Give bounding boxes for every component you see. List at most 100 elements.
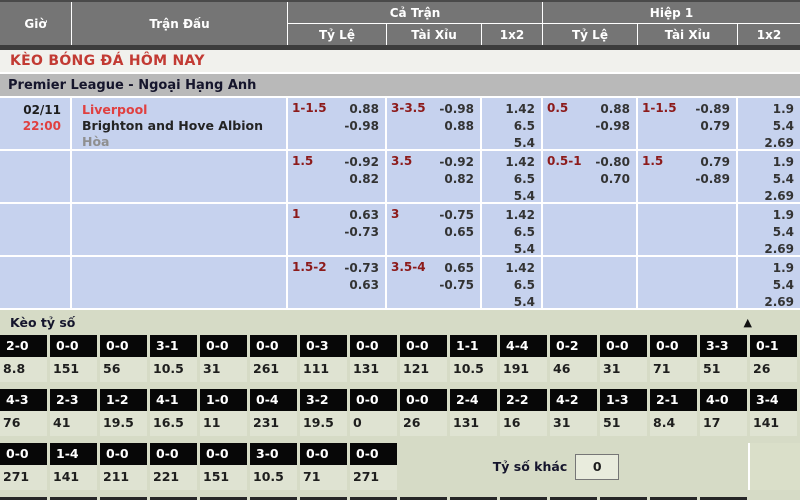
score-cell[interactable]: 0-0 131 [350, 335, 400, 382]
score-box[interactable]: 4-0 [700, 389, 747, 411]
score-box[interactable]: 3-2 [300, 389, 347, 411]
h1-overunder-cell[interactable] [638, 257, 738, 308]
odds-value[interactable]: 6.5 [486, 277, 535, 294]
score-box[interactable]: 4-2 [550, 389, 597, 411]
odds-value[interactable]: 5.4 [742, 224, 794, 241]
odds-value[interactable]: 5.4 [486, 294, 535, 308]
ft-handicap-cell[interactable]: 1.5 -0.92 0.82 [288, 151, 387, 202]
score-cell[interactable]: 4-0 17 [700, 389, 750, 436]
odds-value[interactable]: 2.69 [742, 188, 794, 202]
odds-value[interactable]: 0.88 [391, 118, 474, 135]
other-score-input[interactable]: 0 [575, 454, 619, 480]
score-cell[interactable]: 0-2 46 [550, 335, 600, 382]
score-box[interactable]: 2-4 [450, 389, 497, 411]
h1-overunder-cell[interactable] [638, 204, 738, 255]
score-box[interactable]: 4-1 [150, 389, 197, 411]
score-cell[interactable]: 0-4 231 [250, 389, 300, 436]
score-box[interactable]: 0-0 [350, 335, 397, 357]
odds-value[interactable]: 0.63 [292, 277, 379, 294]
odds-value[interactable]: -0.75 [391, 207, 474, 224]
score-box[interactable]: 0-2 [550, 335, 597, 357]
score-cell[interactable]: 2-0 8.8 [0, 335, 50, 382]
ft-handicap-cell[interactable]: 1-1.5 0.88 -0.98 [288, 98, 387, 149]
odds-value[interactable]: -0.89 [642, 171, 730, 188]
score-box[interactable]: 0-0 [50, 335, 97, 357]
score-box[interactable]: 1-2 [100, 389, 147, 411]
score-cell[interactable]: 0-1 26 [750, 335, 800, 382]
score-box[interactable]: 0-0 [0, 443, 47, 465]
odds-value[interactable]: 2.69 [742, 294, 794, 308]
score-box[interactable]: 0-1 [750, 335, 797, 357]
score-cell[interactable]: 0-0 271 [350, 443, 400, 490]
score-box[interactable]: 3-3 [700, 335, 747, 357]
score-box[interactable]: 0-3 [300, 335, 347, 357]
score-cell[interactable]: 0-3 111 [300, 335, 350, 382]
score-box[interactable]: 0-0 [650, 335, 697, 357]
score-cell[interactable]: 1-0 11 [200, 389, 250, 436]
h1-handicap-cell[interactable] [543, 257, 638, 308]
score-cell[interactable]: 3-3 51 [700, 335, 750, 382]
score-cell[interactable]: 0-0 56 [100, 335, 150, 382]
ft-handicap-cell[interactable]: 1 0.63 -0.73 [288, 204, 387, 255]
score-box[interactable]: 0-0 [250, 335, 297, 357]
score-cell[interactable]: 0-0 261 [250, 335, 300, 382]
ft-1x2-cell[interactable]: 1.42 6.5 5.4 [482, 151, 543, 202]
odds-value[interactable]: 0.65 [391, 224, 474, 241]
h1-1x2-cell[interactable]: 1.9 5.4 2.69 [738, 257, 800, 308]
score-box[interactable]: 4-4 [500, 335, 547, 357]
score-box[interactable]: 0-0 [400, 335, 447, 357]
odds-value[interactable]: 0.70 [547, 171, 630, 188]
score-box[interactable]: 2-0 [0, 335, 47, 357]
score-cell[interactable]: 1-1 10.5 [450, 335, 500, 382]
score-cell[interactable]: 0-0 271 [0, 443, 50, 490]
h1-handicap-cell[interactable]: 0.5-1 -0.80 0.70 [543, 151, 638, 202]
score-cell[interactable]: 0-0 121 [400, 335, 450, 382]
score-cell[interactable]: 0-0 31 [600, 335, 650, 382]
score-cell[interactable]: 2-1 8.4 [650, 389, 700, 436]
score-box[interactable]: 0-4 [250, 389, 297, 411]
score-cell[interactable]: 3-1 10.5 [150, 335, 200, 382]
score-cell[interactable]: 3-0 10.5 [250, 443, 300, 490]
score-cell[interactable]: 2-4 131 [450, 389, 500, 436]
h1-overunder-cell[interactable]: 1.5 0.79 -0.89 [638, 151, 738, 202]
h1-handicap-cell[interactable] [543, 204, 638, 255]
ft-overunder-cell[interactable]: 3.5-4 0.65 -0.75 [387, 257, 482, 308]
score-cell[interactable]: 1-2 19.5 [100, 389, 150, 436]
odds-value[interactable]: 1.9 [742, 260, 794, 277]
score-cell[interactable]: 3-4 141 [750, 389, 800, 436]
score-box[interactable]: 0-0 [150, 443, 197, 465]
ft-overunder-cell[interactable]: 3-3.5 -0.98 0.88 [387, 98, 482, 149]
ft-1x2-cell[interactable]: 1.42 6.5 5.4 [482, 98, 543, 149]
h1-1x2-cell[interactable]: 1.9 5.4 2.69 [738, 98, 800, 149]
odds-value[interactable]: 1.42 [486, 260, 535, 277]
h1-1x2-cell[interactable]: 1.9 5.4 2.69 [738, 204, 800, 255]
odds-value[interactable]: -0.75 [391, 277, 474, 294]
score-box[interactable]: 1-0 [200, 389, 247, 411]
score-box[interactable]: 2-3 [50, 389, 97, 411]
h1-1x2-cell[interactable]: 1.9 5.4 2.69 [738, 151, 800, 202]
odds-value[interactable]: 5.4 [486, 188, 535, 202]
odds-value[interactable]: 2.69 [742, 241, 794, 255]
odds-value[interactable]: 1.42 [486, 154, 535, 171]
odds-value[interactable]: -0.73 [292, 224, 379, 241]
score-box[interactable]: 0-0 [100, 335, 147, 357]
score-cell[interactable]: 1-3 51 [600, 389, 650, 436]
odds-value[interactable]: 5.4 [742, 171, 794, 188]
score-box[interactable]: 0-0 [200, 335, 247, 357]
score-cell[interactable]: 0-0 221 [150, 443, 200, 490]
score-cell[interactable]: 0-0 151 [50, 335, 100, 382]
score-box[interactable]: 0-0 [200, 443, 247, 465]
score-cell[interactable]: 4-1 16.5 [150, 389, 200, 436]
score-box[interactable]: 3-1 [150, 335, 197, 357]
odds-value[interactable]: -0.98 [547, 118, 630, 135]
score-box[interactable]: 0-0 [350, 443, 397, 465]
score-box[interactable]: 0-0 [600, 335, 647, 357]
score-box[interactable]: 1-3 [600, 389, 647, 411]
odds-value[interactable]: 5.4 [742, 118, 794, 135]
score-cell[interactable]: 3-2 19.5 [300, 389, 350, 436]
collapse-arrow-icon[interactable]: ▲ [744, 317, 752, 328]
odds-value[interactable]: 2.69 [742, 135, 794, 149]
odds-value[interactable]: 0.63 [292, 207, 379, 224]
score-box[interactable]: 2-2 [500, 389, 547, 411]
score-box[interactable]: 1-1 [450, 335, 497, 357]
